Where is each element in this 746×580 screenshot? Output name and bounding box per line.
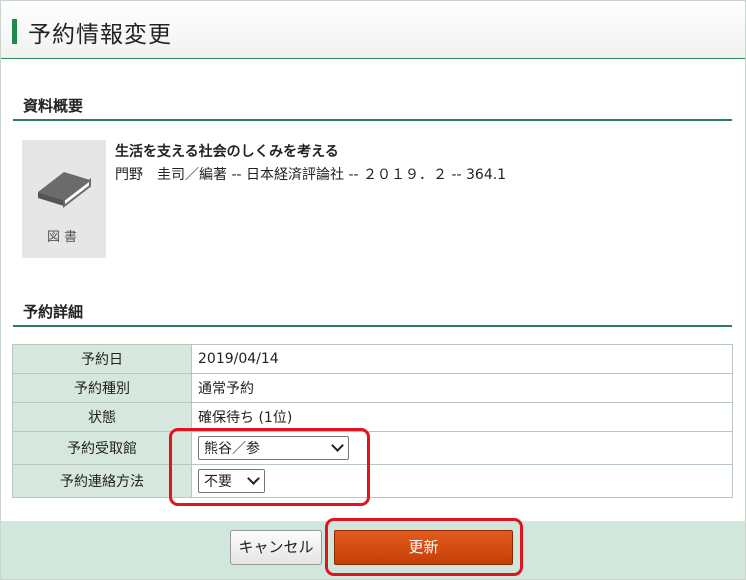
table-row: 予約連絡方法 不要 [12, 464, 733, 498]
row-value-reserve-type: 通常予約 [191, 373, 733, 403]
book-icon [38, 172, 91, 208]
summary-section-title: 資料概要 [13, 92, 732, 121]
table-row: 予約種別 通常予約 [12, 373, 733, 403]
cancel-button[interactable]: キャンセル [230, 530, 322, 565]
table-row: 予約受取館 熊谷／参 [12, 431, 733, 465]
details-section-title: 予約詳細 [13, 298, 732, 327]
row-label-contact-method: 予約連絡方法 [12, 464, 192, 498]
table-row: 状態 確保待ち (1位) [12, 402, 733, 432]
book-thumbnail: 図書 [22, 140, 106, 258]
row-label-reserve-date: 予約日 [12, 344, 192, 374]
thumbnail-caption: 図書 [46, 230, 81, 245]
page-title: 予約情報変更 [28, 22, 172, 48]
row-label-status: 状態 [12, 402, 192, 432]
highlight-box-selects [169, 428, 370, 506]
title-accent-bar [12, 19, 17, 44]
row-value-reserve-date: 2019/04/14 [191, 344, 733, 374]
book-meta: 門野 圭司／編著 -- 日本経済評論社 -- ２０１９．２ -- 364.1 [115, 167, 507, 183]
row-label-pickup-library: 予約受取館 [12, 431, 192, 465]
book-title: 生活を支える社会のしくみを考える [115, 144, 339, 160]
row-label-reserve-type: 予約種別 [12, 373, 192, 403]
reservation-detail-table: 予約日 2019/04/14 予約種別 通常予約 状態 確保待ち (1位) 予約… [12, 344, 733, 498]
highlight-box-update [325, 518, 523, 576]
page-header: 予約情報変更 [1, 1, 745, 59]
table-row: 予約日 2019/04/14 [12, 344, 733, 374]
